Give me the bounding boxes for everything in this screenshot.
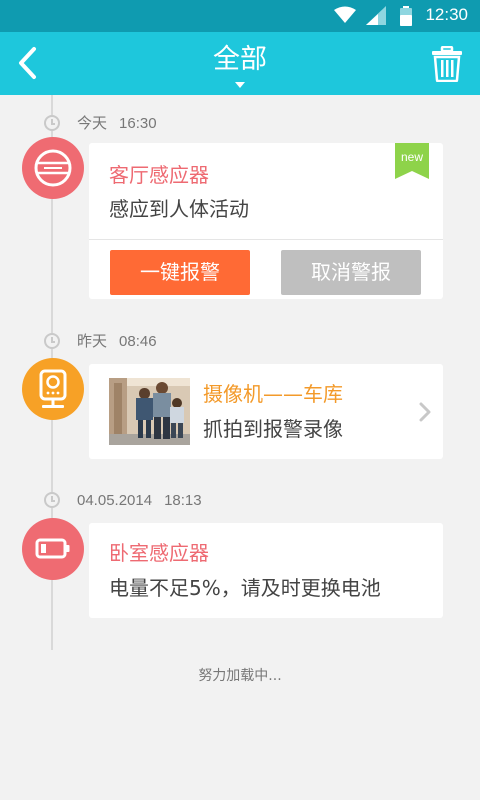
back-arrow-icon[interactable] — [14, 46, 44, 80]
event-timestamp: 04.05.2014 18:13 — [77, 492, 202, 509]
event-card[interactable]: new 客厅感应器 感应到人体活动 一键报警 取消警报 — [89, 143, 443, 299]
event-description: 电量不足5%，请及时更换电池 — [109, 576, 381, 600]
filter-dropdown[interactable]: 全部 — [180, 32, 300, 95]
event-description: 抓拍到报警录像 — [203, 417, 343, 441]
snapshot-thumbnail[interactable] — [109, 378, 190, 445]
header-bar: 全部 — [0, 32, 480, 95]
cancel-alarm-button[interactable]: 取消警报 — [281, 250, 421, 295]
camera-icon — [22, 358, 84, 420]
event-title: 摄像机——车库 — [203, 382, 343, 406]
status-bar: 12:30 — [0, 0, 480, 32]
new-badge: new — [395, 143, 429, 179]
event-card[interactable]: 卧室感应器 电量不足5%，请及时更换电池 — [89, 523, 443, 618]
divider — [89, 239, 443, 240]
battery-icon — [400, 6, 412, 26]
loading-text: 努力加载中... — [198, 668, 282, 684]
chevron-right-icon[interactable] — [419, 402, 431, 422]
one-key-alarm-button[interactable]: 一键报警 — [110, 250, 250, 295]
chevron-down-icon — [235, 82, 245, 88]
event-title: 客厅感应器 — [109, 163, 209, 187]
event-timestamp: 昨天 08:46 — [77, 333, 157, 350]
clock-icon — [44, 333, 60, 349]
event-description: 感应到人体活动 — [109, 197, 249, 221]
wifi-icon — [334, 6, 356, 23]
page-title: 全部 — [213, 44, 267, 75]
low-battery-icon — [22, 518, 84, 580]
trash-icon[interactable] — [431, 46, 463, 82]
signal-icon — [366, 6, 386, 25]
event-card[interactable]: 摄像机——车库 抓拍到报警录像 — [89, 364, 443, 459]
smoke-sensor-icon — [22, 137, 84, 199]
status-time: 12:30 — [425, 5, 468, 24]
event-timestamp: 今天 16:30 — [77, 115, 157, 132]
clock-icon — [44, 492, 60, 508]
event-title: 卧室感应器 — [109, 541, 209, 565]
clock-icon — [44, 115, 60, 131]
